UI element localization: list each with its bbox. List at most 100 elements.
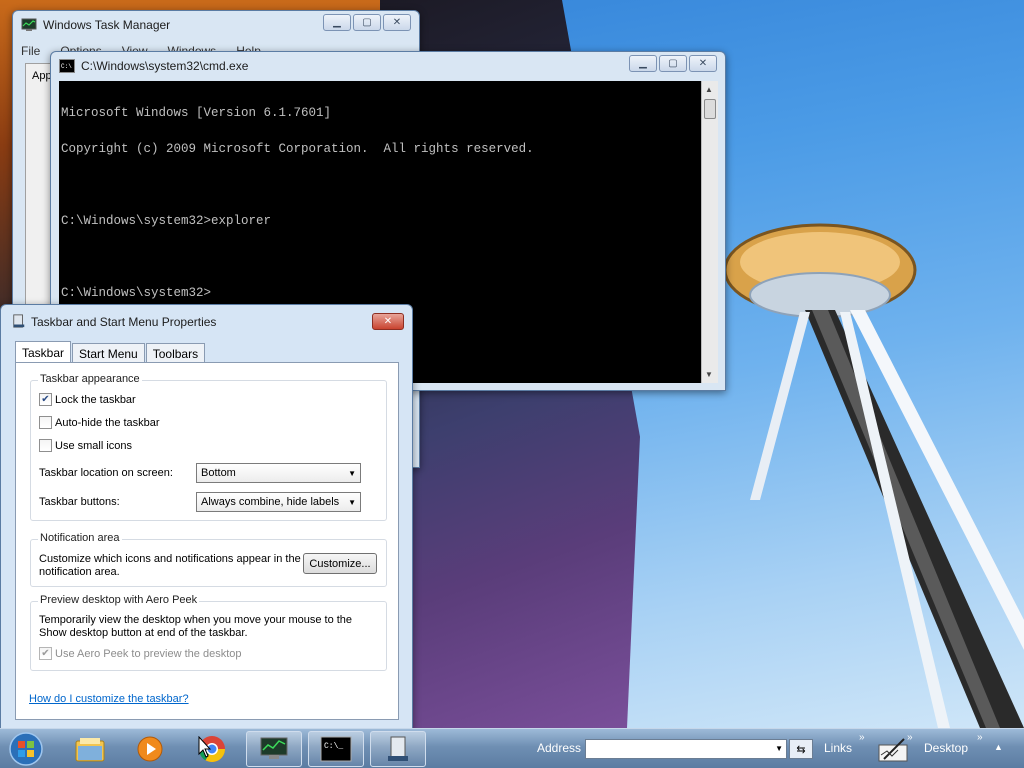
task-manager-title: Windows Task Manager: [43, 18, 171, 32]
checkbox-label: Lock the taskbar: [55, 393, 136, 406]
location-label: Taskbar location on screen:: [39, 467, 173, 479]
checkbox-label: Use small icons: [55, 439, 133, 452]
scroll-up-icon[interactable]: ▲: [705, 85, 713, 94]
tab-applications[interactable]: App: [32, 70, 52, 82]
tablet-overflow-icon[interactable]: »: [907, 732, 913, 743]
media-player-icon: [137, 736, 163, 762]
aero-peek-checkbox[interactable]: ✔ Use Aero Peek to preview the desktop: [39, 647, 242, 660]
group-title: Taskbar appearance: [38, 373, 142, 385]
close-icon: ✕: [698, 58, 708, 69]
taskbar-buttons-dropdown[interactable]: Always combine, hide labels ▼: [196, 492, 361, 512]
notification-area-group: Notification area Customize which icons …: [30, 532, 387, 587]
console-line: C:\Windows\system32>: [61, 286, 212, 300]
aero-peek-group: Preview desktop with Aero Peek Temporari…: [30, 594, 387, 671]
props-title: Taskbar and Start Menu Properties: [31, 315, 217, 329]
go-arrow-icon: ⇆: [796, 743, 806, 756]
cmd-titlebar[interactable]: C:\ C:\Windows\system32\cmd.exe ▁ ▢ ✕: [51, 52, 725, 81]
group-title: Notification area: [38, 532, 122, 544]
cmd-icon: C:\: [59, 59, 75, 73]
address-go-button[interactable]: ⇆: [789, 739, 813, 759]
checkbox-label: Auto-hide the taskbar: [55, 416, 160, 429]
close-icon: ✕: [392, 17, 402, 28]
taskbar-explorer-button[interactable]: [62, 731, 118, 767]
console-line: C:\Windows\system32>explorer: [61, 214, 272, 228]
svg-text:C:\: C:\: [61, 63, 72, 70]
task-manager-icon: [21, 18, 37, 31]
minimize-icon: ▁: [333, 17, 341, 28]
minimize-button[interactable]: ▁: [629, 55, 657, 72]
show-hidden-icons-icon[interactable]: ▲: [994, 742, 1003, 752]
checkbox-icon: [39, 439, 52, 452]
chevron-down-icon: ▼: [348, 497, 356, 507]
group-title: Preview desktop with Aero Peek: [38, 594, 200, 606]
maximize-icon: ▢: [668, 58, 678, 69]
customize-button[interactable]: Customize...: [303, 553, 377, 574]
address-input[interactable]: ▼: [585, 739, 787, 759]
tab-start-menu[interactable]: Start Menu: [72, 343, 145, 363]
task-manager-titlebar[interactable]: Windows Task Manager ▁ ▢ ✕: [13, 11, 419, 39]
svg-text:C:\_: C:\_: [324, 742, 343, 751]
desktop-toolbar-label[interactable]: Desktop: [924, 741, 968, 755]
notification-desc-line2: notification area.: [39, 566, 120, 578]
address-toolbar-label: Address: [537, 741, 582, 755]
dropdown-value: Bottom: [201, 467, 236, 479]
task-manager-icon: [260, 737, 288, 759]
taskbar-media-player-button[interactable]: [122, 731, 178, 767]
help-link[interactable]: How do I customize the taskbar?: [29, 693, 189, 705]
console-scrollbar[interactable]: ▲ ▼: [701, 81, 718, 383]
links-overflow-icon[interactable]: »: [859, 732, 865, 743]
taskbar-properties-button[interactable]: [370, 731, 426, 767]
cmd-title: C:\Windows\system32\cmd.exe: [81, 59, 249, 73]
props-titlebar[interactable]: Taskbar and Start Menu Properties ✕: [1, 305, 412, 339]
scroll-down-icon[interactable]: ▼: [705, 370, 713, 379]
close-button[interactable]: ✕: [383, 14, 411, 31]
taskbar-properties-icon: [13, 314, 25, 328]
props-tabs: Taskbar Start Menu Toolbars: [15, 341, 206, 363]
aero-desc-line1: Temporarily view the desktop when you mo…: [39, 614, 353, 626]
checkbox-icon: [39, 416, 52, 429]
taskbar-chrome-button[interactable]: [184, 731, 240, 767]
lock-taskbar-checkbox[interactable]: ✔ Lock the taskbar: [39, 393, 136, 406]
taskbar-cmd-button[interactable]: C:\_: [308, 731, 364, 767]
start-button[interactable]: [6, 731, 46, 767]
checkbox-label: Use Aero Peek to preview the desktop: [55, 647, 242, 660]
console-line: Copyright (c) 2009 Microsoft Corporation…: [61, 142, 534, 156]
notification-desc-line1: Customize which icons and notifications …: [39, 553, 301, 565]
links-toolbar-label[interactable]: Links: [824, 741, 852, 755]
maximize-button[interactable]: ▢: [659, 55, 687, 72]
checkbox-checked-icon: ✔: [39, 393, 52, 406]
taskbar-appearance-group: Taskbar appearance ✔ Lock the taskbar Au…: [30, 373, 387, 521]
cmd-icon: C:\_: [320, 736, 352, 762]
location-dropdown[interactable]: Bottom ▼: [196, 463, 361, 483]
taskbar-tab-panel: Taskbar appearance ✔ Lock the taskbar Au…: [15, 362, 399, 720]
taskbar-properties-icon: [388, 736, 408, 761]
console-line: Microsoft Windows [Version 6.1.7601]: [61, 106, 332, 120]
autohide-taskbar-checkbox[interactable]: Auto-hide the taskbar: [39, 416, 160, 429]
taskbar: C:\_ Address ▼ ⇆ Links » » Desktop » ▲: [0, 728, 1024, 768]
checkbox-checked-icon: ✔: [39, 647, 52, 660]
aero-desc-line2: Show desktop button at end of the taskba…: [39, 627, 248, 639]
close-icon: ✕: [383, 316, 393, 327]
small-icons-checkbox[interactable]: Use small icons: [39, 439, 132, 452]
menu-file[interactable]: File: [21, 44, 40, 58]
minimize-button[interactable]: ▁: [323, 14, 351, 31]
tablet-input-icon[interactable]: [878, 735, 910, 763]
taskbar-task-manager-button[interactable]: [246, 731, 302, 767]
dropdown-value: Always combine, hide labels: [201, 496, 340, 508]
desktop-overflow-icon[interactable]: »: [977, 732, 983, 743]
maximize-icon: ▢: [362, 17, 372, 28]
buttons-label: Taskbar buttons:: [39, 496, 120, 508]
chevron-down-icon[interactable]: ▼: [775, 744, 783, 753]
space-needle-image: [723, 223, 1024, 728]
taskbar-properties-dialog[interactable]: Taskbar and Start Menu Properties ✕ Task…: [0, 304, 413, 732]
tab-taskbar[interactable]: Taskbar: [15, 341, 72, 363]
tab-toolbars[interactable]: Toolbars: [145, 343, 206, 363]
mouse-cursor-icon: [198, 736, 212, 758]
chevron-down-icon: ▼: [348, 468, 356, 478]
close-button[interactable]: ✕: [372, 313, 404, 330]
maximize-button[interactable]: ▢: [353, 14, 381, 31]
scroll-thumb[interactable]: [704, 99, 716, 119]
close-button[interactable]: ✕: [689, 55, 717, 72]
